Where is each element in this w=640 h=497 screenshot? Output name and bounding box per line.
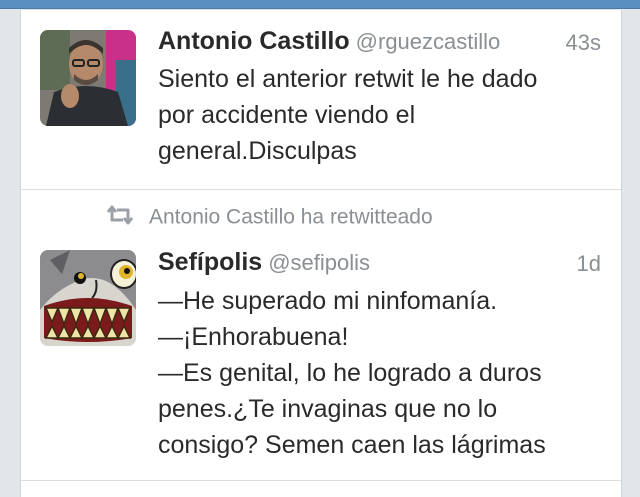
retweet-context: Antonio Castillo ha retwitteado bbox=[105, 205, 433, 235]
retweet-label[interactable]: Antonio Castillo ha retwitteado bbox=[149, 206, 433, 229]
tweet-text: —He superado mi ninfomanía. —¡Enhorabuen… bbox=[158, 283, 603, 463]
author-name[interactable]: Antonio Castillo bbox=[158, 27, 350, 55]
top-bar bbox=[0, 0, 640, 9]
tweet-text-line: Siento el anterior retwit le he dado bbox=[158, 65, 538, 93]
retweet-icon bbox=[105, 205, 135, 230]
avatar[interactable] bbox=[40, 30, 136, 126]
avatar[interactable] bbox=[40, 250, 136, 346]
tweet-text: Siento el anterior retwit le he dado por… bbox=[158, 61, 603, 169]
tweet-text-line: penes.¿Te invaginas que no lo bbox=[158, 395, 498, 423]
author-handle[interactable]: @sefipolis bbox=[268, 250, 370, 275]
tweet-text-line: general.Disculpas bbox=[158, 137, 357, 165]
tweet-header: Sefípolis @sefipolis 1d bbox=[158, 248, 601, 284]
tweet-header: Antonio Castillo @rguezcastillo 43s bbox=[158, 27, 601, 63]
tweet-text-line: —Es genital, lo he logrado a duros bbox=[158, 359, 542, 387]
tweet-text-line: por accidente viendo el bbox=[158, 101, 416, 129]
tweet-time: 43s bbox=[565, 30, 601, 55]
tweet-text-line: —He superado mi ninfomanía. bbox=[158, 287, 498, 315]
timeline: Antonio Castillo @rguezcastillo 43s Sient… bbox=[20, 10, 622, 497]
tweet-time: 1d bbox=[576, 251, 601, 276]
author-name[interactable]: Sefípolis bbox=[158, 248, 262, 276]
author-handle[interactable]: @rguezcastillo bbox=[356, 29, 501, 54]
tweet-text-line: —¡Enhorabuena! bbox=[158, 323, 349, 351]
tweet[interactable]: Antonio Castillo ha retwitteado Sefípoli… bbox=[21, 190, 621, 481]
tweet[interactable]: Antonio Castillo @rguezcastillo 43s Sient… bbox=[21, 10, 621, 190]
tweet-text-line: consigo? Semen caen las lágrimas bbox=[158, 431, 546, 459]
